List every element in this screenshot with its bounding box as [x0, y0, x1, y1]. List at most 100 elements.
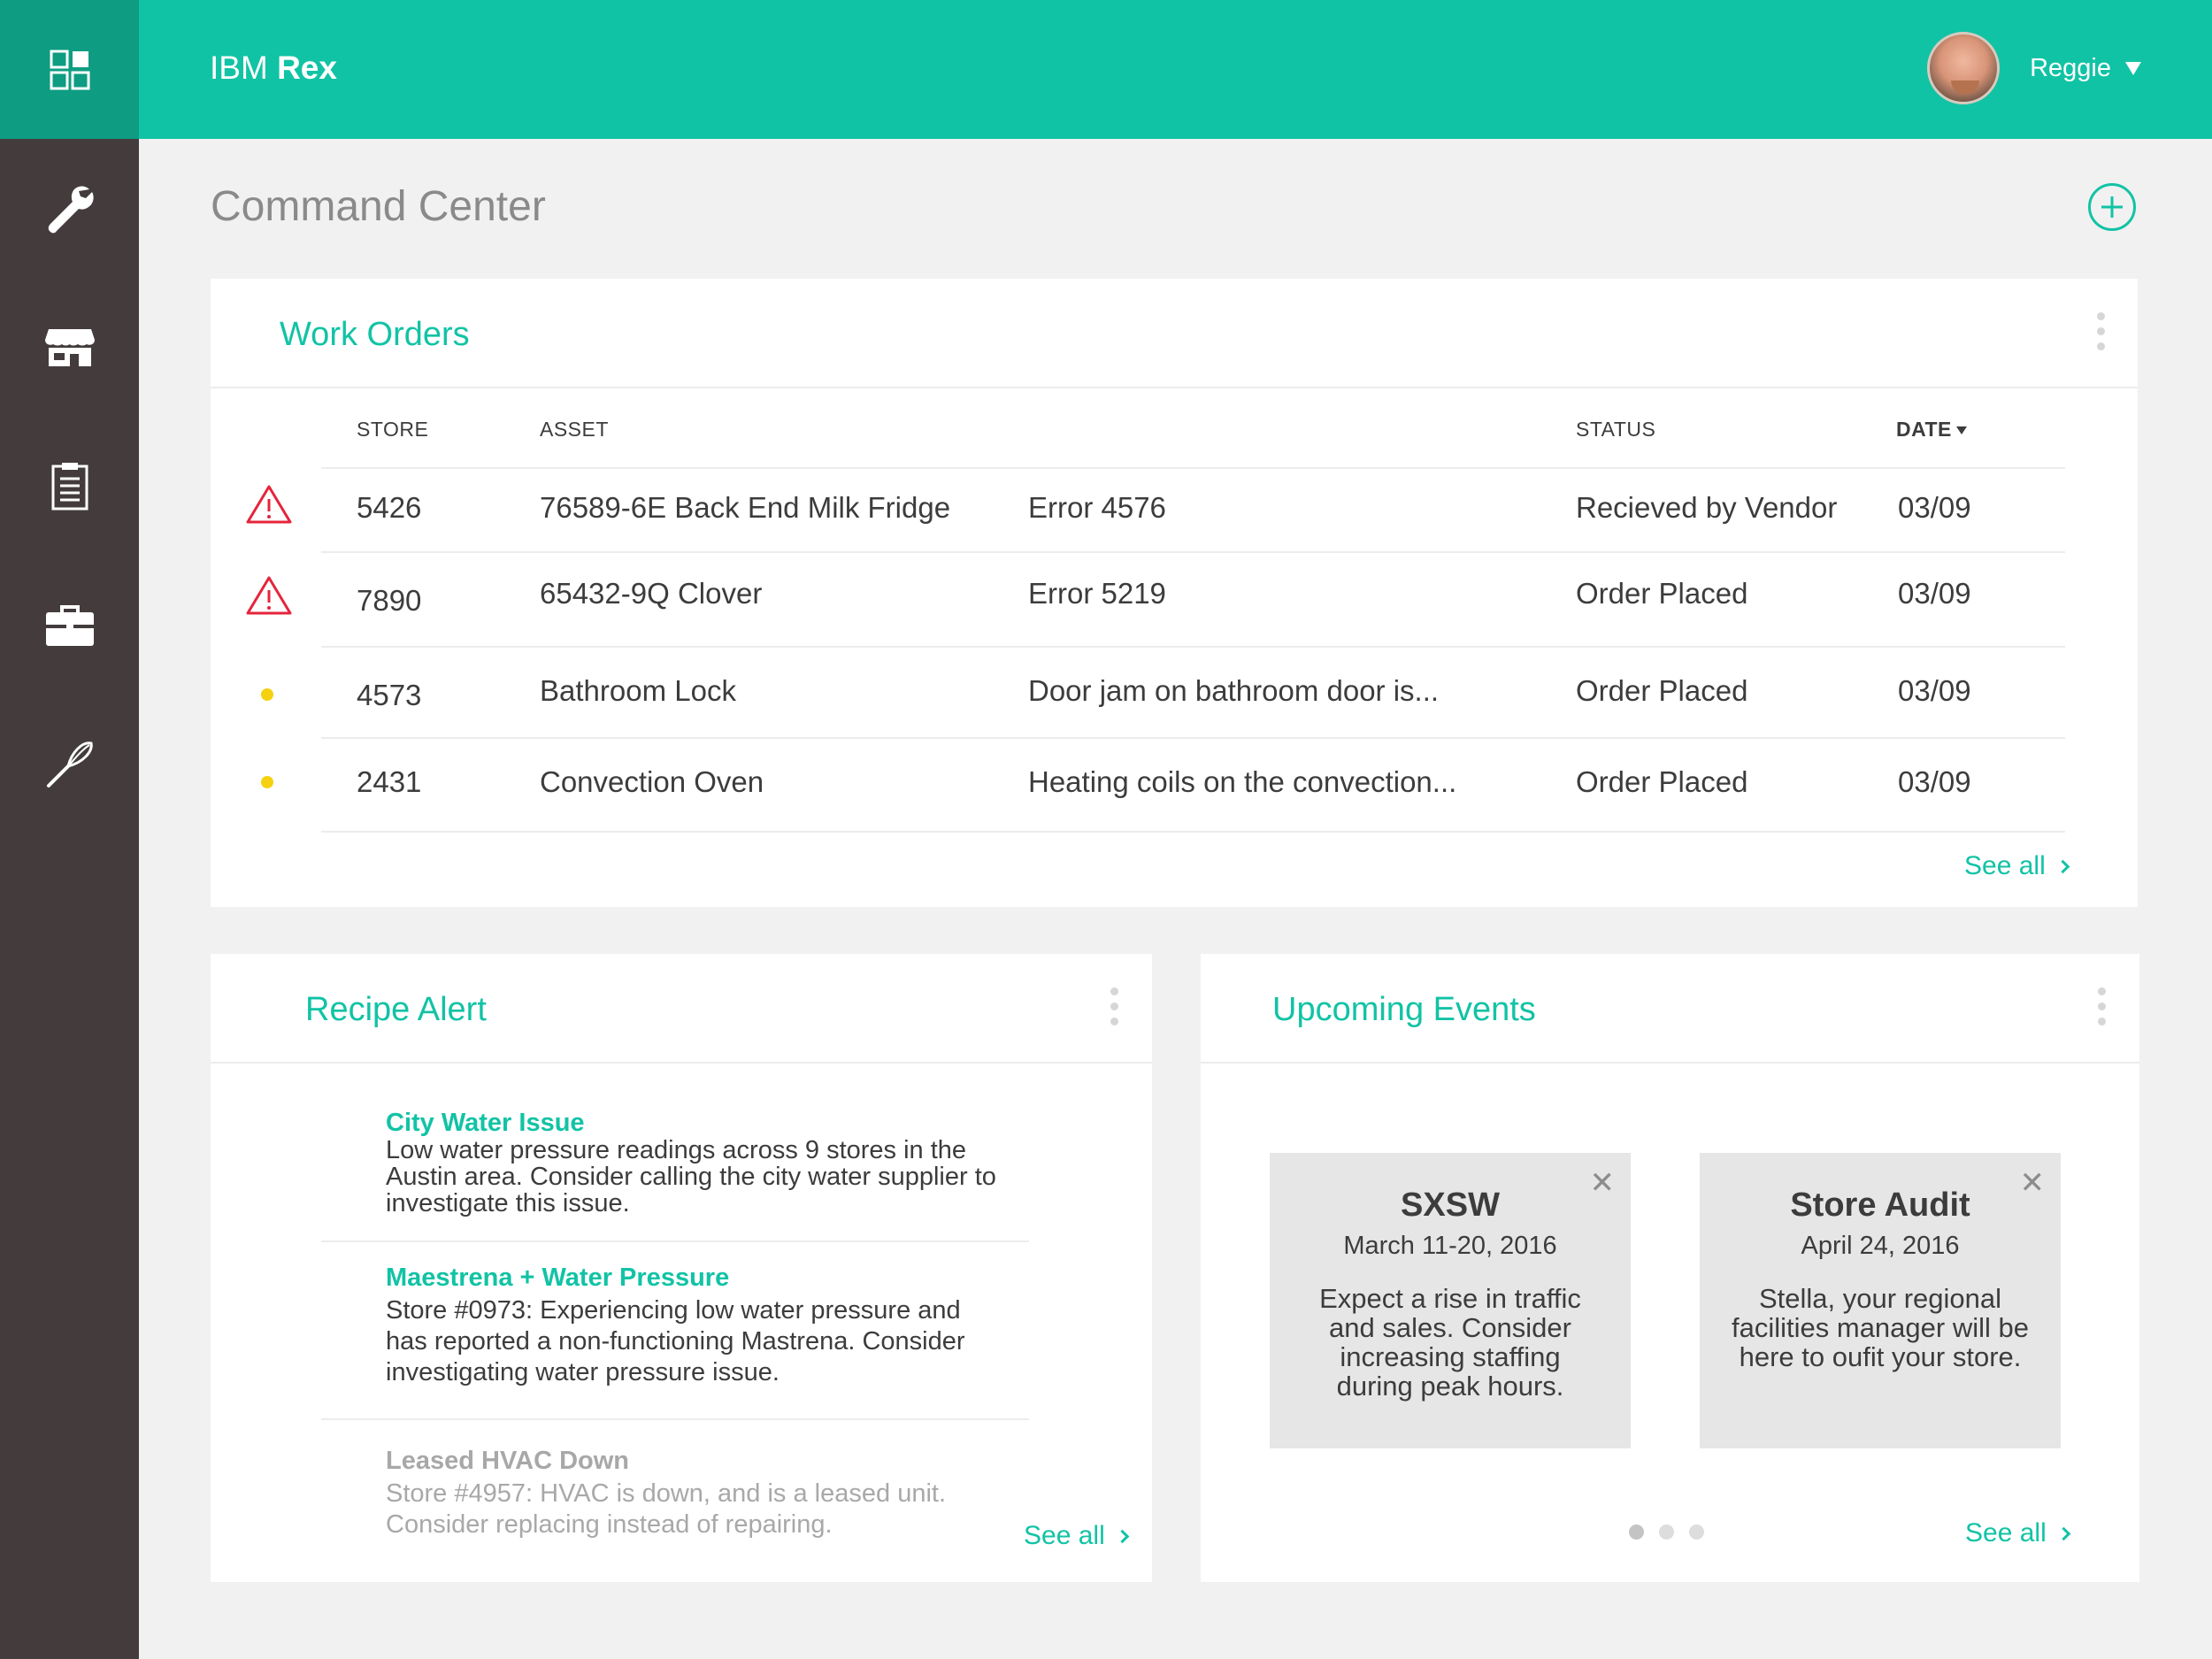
close-icon[interactable]: ✕ [2020, 1165, 2046, 1201]
carousel-pagination [1629, 1525, 1704, 1540]
wrench-icon [48, 185, 94, 233]
upcoming-events-card: Upcoming Events ✕ SXSW March 11-20, 2016… [1201, 954, 2139, 1582]
cell-date: 03/09 [1898, 491, 1971, 524]
page-title: Command Center [211, 183, 546, 230]
carousel-dot[interactable] [1629, 1525, 1644, 1540]
sidebar-item-reports[interactable] [0, 417, 139, 556]
sidebar-item-maintenance[interactable] [0, 139, 139, 278]
app-brand[interactable]: IBM Rex [210, 50, 337, 87]
column-header-status[interactable]: STATUS [1576, 418, 1655, 442]
cell-store: 7890 [357, 584, 422, 617]
user-name: Reggie [2030, 53, 2111, 82]
alert-divider [321, 1240, 1029, 1242]
whisk-icon [46, 741, 93, 787]
briefcase-icon [45, 604, 94, 646]
see-all-label: See all [1024, 1521, 1105, 1550]
row-divider [321, 646, 2065, 648]
sidebar-item-recipes[interactable] [0, 695, 139, 833]
column-header-date[interactable]: DATE [1896, 418, 1967, 442]
status-dot-icon [261, 688, 273, 701]
cell-store: 2431 [357, 765, 422, 798]
alert-divider [321, 1418, 1029, 1420]
column-header-asset[interactable]: ASSET [540, 418, 609, 442]
event-date: March 11-20, 2016 [1343, 1232, 1557, 1260]
sidebar-item-dashboard[interactable] [0, 0, 139, 139]
card-header: Work Orders [211, 279, 2138, 388]
see-all-label: See all [1964, 851, 2046, 880]
more-options-icon[interactable] [2098, 987, 2107, 1025]
cell-asset: 76589-6E Back End Milk Fridge [540, 491, 951, 524]
warning-icon [246, 485, 292, 524]
carousel-dot[interactable] [1659, 1525, 1674, 1540]
see-all-label: See all [1965, 1518, 2047, 1548]
cell-issue: Door jam on bathroom door is... [1028, 674, 1440, 707]
more-options-icon[interactable] [1110, 987, 1119, 1025]
add-button[interactable] [2088, 183, 2136, 231]
alert-body: Low water pressure readings across 9 sto… [386, 1136, 996, 1217]
cell-status: Order Placed [1576, 577, 1748, 610]
plus-icon [2101, 196, 2123, 218]
more-options-icon[interactable] [2097, 312, 2106, 350]
cell-status: Order Placed [1576, 674, 1748, 707]
event-date: April 24, 2016 [1801, 1232, 1960, 1260]
recipe-alert-card: Recipe Alert City Water Issue Low water … [211, 954, 1152, 1582]
event-card[interactable]: ✕ Store Audit April 24, 2016 Stella, you… [1700, 1153, 2061, 1448]
event-title: SXSW [1401, 1187, 1500, 1224]
column-header-date-label: DATE [1896, 418, 1952, 441]
sidebar-item-stores[interactable] [0, 278, 139, 417]
cell-date: 03/09 [1898, 577, 1971, 610]
cell-store: 5426 [357, 491, 422, 524]
work-orders-title: Work Orders [280, 316, 470, 353]
user-menu[interactable]: Reggie [1927, 32, 2141, 104]
recipe-alert-title: Recipe Alert [305, 991, 487, 1028]
event-description: Expect a rise in traffic and sales. Cons… [1319, 1283, 1581, 1402]
brand-name: Rex [277, 50, 337, 86]
sidebar-item-tools[interactable] [0, 556, 139, 695]
status-dot-icon [261, 776, 273, 788]
alert-item[interactable]: Maestrena + Water Pressure Store #0973: … [386, 1263, 1005, 1388]
warning-icon [246, 576, 292, 615]
cell-issue: Heating coils on the convection... [1028, 765, 1457, 798]
alert-item[interactable]: City Water Issue Low water pressure read… [386, 1109, 1023, 1217]
chevron-right-icon [2056, 1526, 2071, 1540]
cell-asset: Bathroom Lock [540, 674, 736, 707]
work-orders-see-all-link[interactable]: See all [1964, 851, 2070, 881]
row-divider [321, 737, 2065, 739]
event-card[interactable]: ✕ SXSW March 11-20, 2016 Expect a rise i… [1270, 1153, 1631, 1448]
alert-title: Leased HVAC Down [386, 1447, 630, 1475]
recipe-alert-see-all-link[interactable]: See all [1024, 1521, 1130, 1551]
top-bar: IBM Rex Reggie [139, 0, 2212, 139]
cell-date: 03/09 [1898, 674, 1971, 707]
sort-descending-icon [1955, 426, 1967, 435]
row-divider [321, 831, 2065, 833]
cell-store: 4573 [357, 679, 422, 711]
cell-status: Recieved by Vendor [1576, 491, 1838, 524]
event-title: Store Audit [1790, 1187, 1970, 1224]
alert-title: Maestrena + Water Pressure [386, 1263, 730, 1292]
work-orders-card: Work Orders STORE ASSET STATUS DATE 5426… [211, 279, 2138, 907]
chevron-right-icon [2055, 859, 2070, 873]
carousel-dot[interactable] [1689, 1525, 1704, 1540]
cell-issue: Error 5219 [1028, 577, 1166, 610]
cell-asset: Convection Oven [540, 765, 764, 798]
alert-title: City Water Issue [386, 1109, 585, 1137]
column-header-store[interactable]: STORE [357, 418, 428, 442]
clipboard-icon [51, 462, 88, 510]
upcoming-events-see-all-link[interactable]: See all [1965, 1518, 2071, 1548]
cell-date: 03/09 [1898, 765, 1971, 798]
row-divider [321, 551, 2065, 553]
dashboard-icon [50, 50, 89, 89]
card-header: Recipe Alert [211, 954, 1152, 1064]
chevron-right-icon [1115, 1529, 1130, 1543]
cell-status: Order Placed [1576, 765, 1748, 798]
alert-body: Store #0973: Experiencing low water pres… [386, 1296, 965, 1386]
event-description: Stella, your regional facilities manager… [1732, 1283, 2029, 1372]
alert-body: Store #4957: HVAC is down, and is a leas… [386, 1479, 947, 1539]
close-icon[interactable]: ✕ [1590, 1165, 1616, 1201]
card-header: Upcoming Events [1201, 954, 2139, 1064]
cell-issue: Error 4576 [1028, 491, 1166, 524]
sidebar [0, 0, 139, 1659]
chevron-down-icon [2125, 61, 2141, 75]
store-icon [44, 328, 95, 366]
alert-item[interactable]: Leased HVAC Down Store #4957: HVAC is do… [386, 1447, 987, 1540]
